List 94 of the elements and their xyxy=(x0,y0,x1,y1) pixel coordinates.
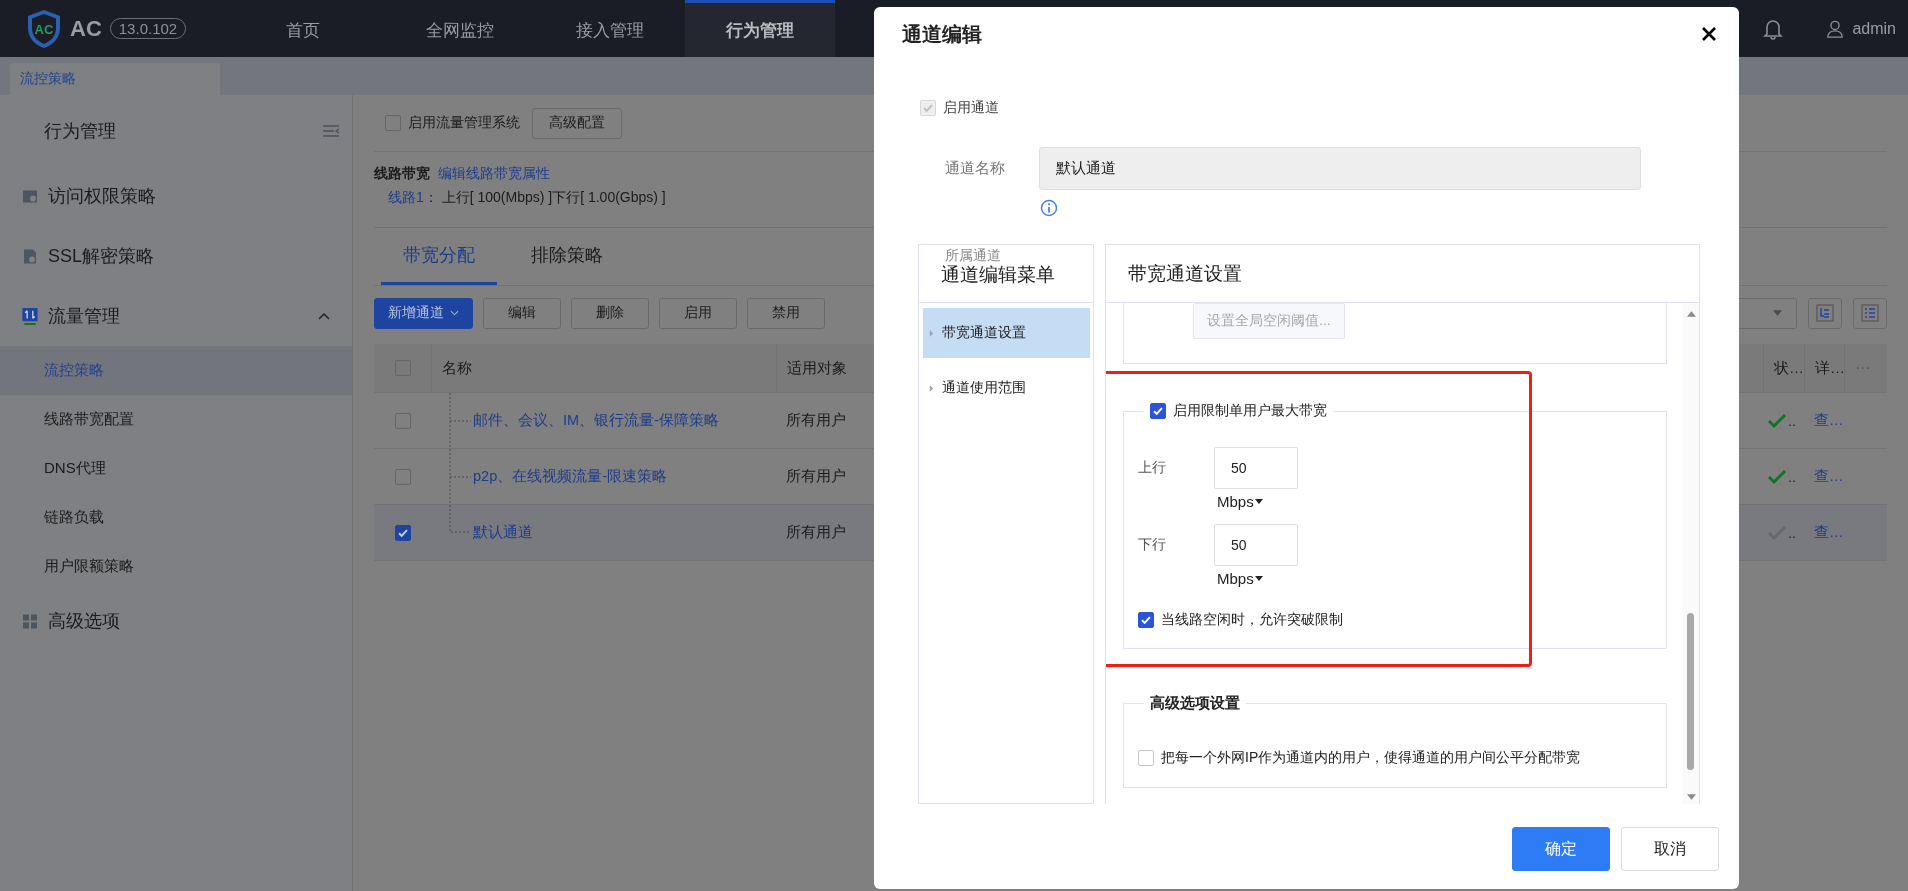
scrollbar-thumb[interactable] xyxy=(1687,612,1694,771)
document-icon xyxy=(22,247,38,265)
sidebar-subitem[interactable]: 链路负载 xyxy=(0,493,352,542)
grid-icon xyxy=(22,612,38,630)
tree-list-icon xyxy=(1816,304,1834,322)
checkbox[interactable] xyxy=(385,115,401,131)
policy-name-link[interactable]: p2p、在线视频流量-限速策略 xyxy=(473,467,668,486)
sidebar-subitem[interactable]: 线路带宽配置 xyxy=(0,395,352,444)
field-label: 下行 xyxy=(1138,535,1167,554)
caret-icon xyxy=(1254,576,1263,581)
dialog-button[interactable]: 取消 xyxy=(1621,827,1719,871)
policy-name-link[interactable]: 默认通道 xyxy=(473,523,533,542)
panel-title: 带宽通道设置 xyxy=(1128,261,1242,286)
nav-tab[interactable]: 接入管理 xyxy=(535,0,685,57)
table-cell: 所有用户 xyxy=(786,411,846,430)
menu-item[interactable]: 带宽通道设置 xyxy=(923,308,1090,358)
sidebar-item[interactable]: 流量管理 xyxy=(0,286,352,346)
table-cell: .. xyxy=(1788,468,1797,485)
sidebar-item[interactable]: 访问权限策略 xyxy=(0,166,352,226)
traffic-icon xyxy=(22,307,38,325)
detail-link[interactable]: 查… xyxy=(1814,523,1844,542)
nav-tab[interactable]: 首页 xyxy=(220,0,385,57)
input-field[interactable]: 50 xyxy=(1214,524,1298,566)
tab[interactable]: 排除策略 xyxy=(509,228,625,285)
toolbar-button[interactable]: 编辑 xyxy=(483,297,561,329)
page-tab[interactable]: 流控策略 xyxy=(10,63,220,95)
checkbox-label: 把每一个外网IP作为通道内的用户，使得通道的用户间公平分配带宽 xyxy=(1161,749,1581,767)
dialog-button[interactable]: 确定 xyxy=(1512,827,1610,871)
advanced-config-button[interactable]: 高级配置 xyxy=(532,107,622,139)
checkbox[interactable] xyxy=(394,468,411,485)
checkbox-label: 启用流量管理系统 xyxy=(408,114,520,132)
nav-tab[interactable]: 全网监控 xyxy=(385,0,535,57)
section-title: 线路带宽 xyxy=(374,165,430,183)
list-view-button[interactable] xyxy=(1853,297,1887,329)
edit-link[interactable]: 编辑线路带宽属性 xyxy=(438,165,550,183)
checkbox-label: 当线路空闲时，允许突破限制 xyxy=(1161,611,1343,629)
scroll-up-icon[interactable] xyxy=(1686,311,1696,317)
menu-item[interactable]: 通道使用范围 xyxy=(923,363,1090,413)
sidebar-item[interactable]: 高级选项 xyxy=(0,591,352,651)
chevron-right-icon xyxy=(929,383,934,393)
checkbox[interactable] xyxy=(394,412,411,429)
unit-dropdown[interactable]: Mbps xyxy=(1214,493,1263,510)
logo-icon: AC xyxy=(26,8,62,49)
line-bandwidth-text: ： 上行[ 100(Mbps) ]下行[ 1.00(Gbps) ] xyxy=(423,189,666,205)
nav-tab[interactable]: 行为管理 xyxy=(685,0,835,57)
sidebar-item[interactable]: SSL解密策略 xyxy=(0,226,352,286)
list-icon xyxy=(1861,304,1879,322)
caret-icon xyxy=(1773,310,1782,316)
scroll-down-icon[interactable] xyxy=(1686,794,1696,800)
checkbox-label: 启用通道 xyxy=(943,99,999,117)
section-title: 高级选项设置 xyxy=(1150,694,1240,711)
checkbox[interactable] xyxy=(394,524,411,541)
field-label: 所属通道 xyxy=(945,248,1001,263)
chevron-up-icon[interactable] xyxy=(318,312,330,320)
detail-link[interactable]: 查… xyxy=(1814,411,1844,430)
dialog-title: 通道编辑 xyxy=(902,21,982,47)
column-header[interactable]: 名称 xyxy=(431,344,776,392)
user-name[interactable]: admin xyxy=(1852,19,1896,38)
column-header[interactable]: 状… xyxy=(1763,344,1804,392)
detail-link[interactable]: 查… xyxy=(1814,467,1844,486)
toolbar-button[interactable]: 启用 xyxy=(659,297,737,329)
tree-view-button[interactable] xyxy=(1808,297,1842,329)
caret-icon xyxy=(450,310,459,316)
toolbar-button[interactable]: 删除 xyxy=(571,297,649,329)
bell-icon[interactable] xyxy=(1763,17,1784,40)
info-icon[interactable] xyxy=(1040,199,1058,217)
toolbar-button[interactable]: 禁用 xyxy=(747,297,825,329)
panel-title: 通道编辑菜单 xyxy=(941,263,1055,287)
table-cell: .. xyxy=(1788,412,1797,429)
line-link[interactable]: 线路1 xyxy=(388,189,424,205)
sidebar-subitem[interactable]: 用户限额策略 xyxy=(0,542,352,591)
sidebar-subitem[interactable]: DNS代理 xyxy=(0,444,352,493)
field-label: 通道名称 xyxy=(945,159,1006,178)
tree-connector xyxy=(449,393,471,448)
scrollbar[interactable] xyxy=(1683,303,1699,804)
product-name: AC xyxy=(70,15,102,42)
close-icon[interactable] xyxy=(1701,26,1717,42)
checkbox[interactable] xyxy=(1150,403,1166,419)
input-field[interactable]: 50 xyxy=(1214,447,1298,489)
column-header[interactable]: 详… xyxy=(1804,344,1844,392)
table-cell: 所有用户 xyxy=(786,467,846,486)
chevron-right-icon xyxy=(929,328,934,338)
tab[interactable]: 带宽分配 xyxy=(381,228,497,285)
field-label: 上行 xyxy=(1138,458,1167,477)
collapse-menu-icon[interactable] xyxy=(322,123,340,138)
toolbar-button[interactable]: 新增通道 xyxy=(374,297,473,329)
policy-name-link[interactable]: 邮件、会议、IM、银行流量-保障策略 xyxy=(473,411,719,430)
checkbox-label: 启用限制单用户最大带宽 xyxy=(1173,402,1327,420)
sidebar-title: 行为管理 xyxy=(44,119,117,143)
user-icon[interactable] xyxy=(1826,19,1845,38)
unit-dropdown[interactable]: Mbps xyxy=(1214,570,1263,587)
table-cell: .. xyxy=(1788,524,1797,541)
checkbox[interactable] xyxy=(1138,612,1154,628)
table-cell: 所有用户 xyxy=(786,523,846,542)
